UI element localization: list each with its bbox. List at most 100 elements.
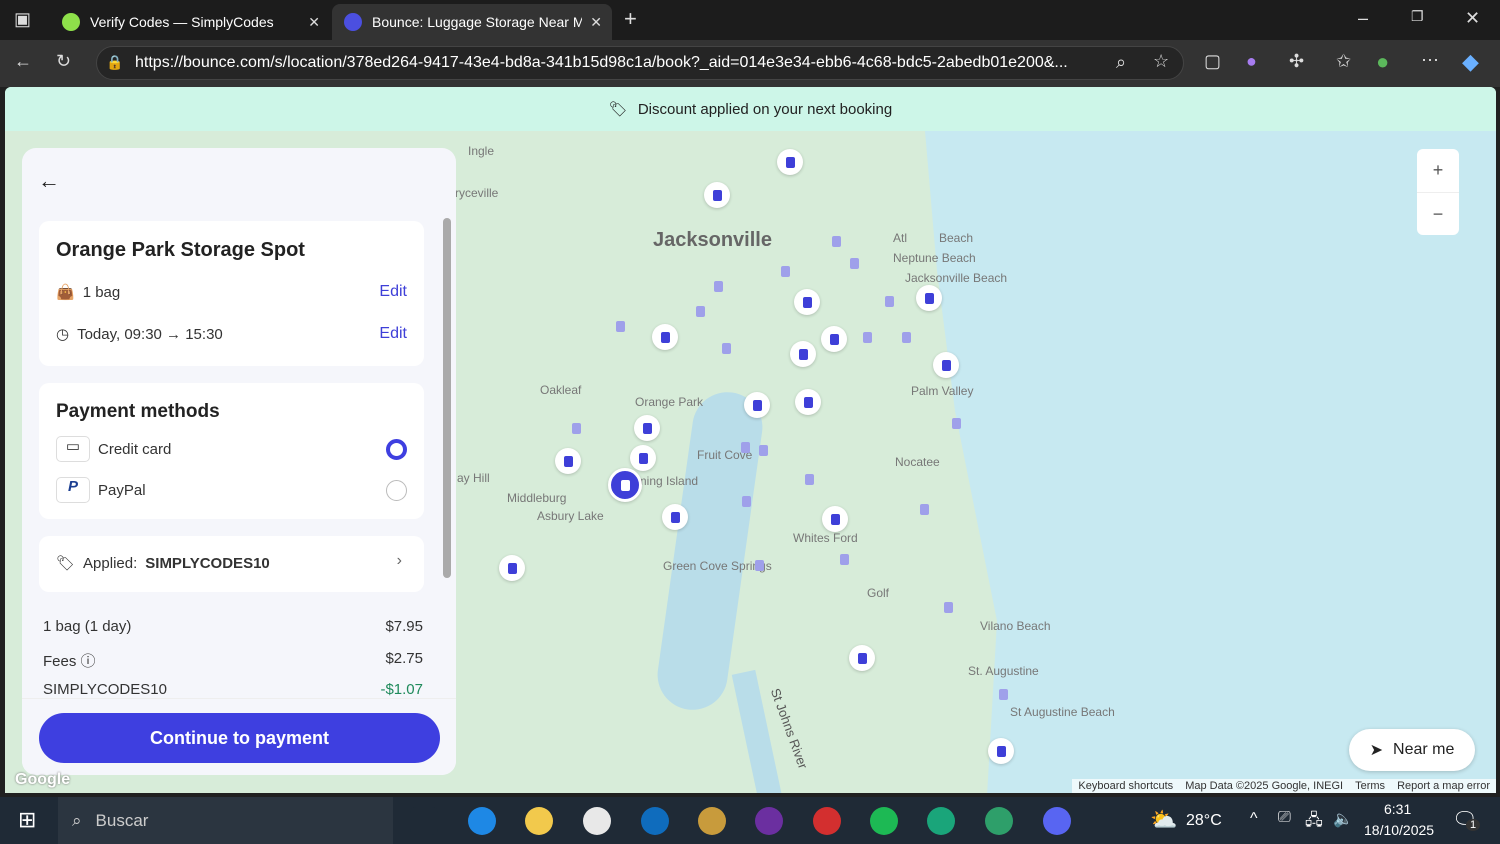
refresh-icon[interactable]: ↻ <box>56 51 71 72</box>
spotify-icon[interactable] <box>870 807 898 835</box>
tab-simplycodes[interactable]: Verify Codes — SimplyCodes ✕ <box>50 4 330 40</box>
location-pin[interactable] <box>744 392 770 418</box>
location-pin[interactable] <box>821 326 847 352</box>
edit-bags-button[interactable]: Edit <box>379 283 407 301</box>
url-field[interactable]: https://bounce.com/s/location/378ed264-9… <box>96 46 1184 80</box>
selected-location-pin[interactable] <box>608 468 642 502</box>
info-icon[interactable]: ⓘ <box>81 653 96 670</box>
location-pin[interactable] <box>823 228 849 254</box>
restore-icon[interactable]: ❐ <box>1411 8 1424 25</box>
near-me-button[interactable]: ➤ Near me <box>1349 729 1475 771</box>
location-pin[interactable] <box>794 289 820 315</box>
new-tab-icon[interactable]: + <box>624 6 637 32</box>
location-pin[interactable] <box>750 437 776 463</box>
task-view-icon[interactable] <box>410 807 438 835</box>
extension-icon[interactable]: ● <box>1246 51 1257 72</box>
league-icon[interactable] <box>698 807 726 835</box>
volume-icon[interactable]: 🔈 <box>1333 809 1353 829</box>
edge-icon[interactable] <box>468 807 496 835</box>
tab-bounce[interactable]: Bounce: Luggage Storage Near M ✕ <box>332 4 612 40</box>
edge-beta-icon[interactable] <box>985 807 1013 835</box>
location-pin[interactable] <box>849 645 875 671</box>
location-pin[interactable] <box>705 273 731 299</box>
location-pin[interactable] <box>607 313 633 339</box>
location-pin[interactable] <box>777 149 803 175</box>
location-pin[interactable] <box>746 552 772 578</box>
camera-icon[interactable]: ⎚ <box>1278 809 1291 827</box>
terms-link[interactable]: Terms <box>1349 779 1391 793</box>
paypal-radio[interactable] <box>386 480 407 501</box>
close-window-icon[interactable]: ✕ <box>1465 8 1480 29</box>
location-pin[interactable] <box>943 410 969 436</box>
location-pin[interactable] <box>652 324 678 350</box>
location-pin[interactable] <box>876 288 902 314</box>
system-tray-chevron-icon[interactable]: ^ <box>1250 810 1258 828</box>
app-icon[interactable] <box>755 807 783 835</box>
location-pin[interactable] <box>822 506 848 532</box>
location-pin[interactable] <box>630 445 656 471</box>
report-map-error-link[interactable]: Report a map error <box>1391 779 1496 793</box>
location-pin[interactable] <box>733 488 759 514</box>
zoom-icon[interactable]: ⌕ <box>1116 52 1126 73</box>
extensions-icon[interactable]: ✣ <box>1289 51 1304 72</box>
location-pin[interactable] <box>990 681 1016 707</box>
location-pin[interactable] <box>662 504 688 530</box>
location-pin[interactable] <box>911 496 937 522</box>
panel-scrollbar[interactable] <box>443 218 451 578</box>
back-icon[interactable]: ← <box>14 51 32 72</box>
clock-time[interactable]: 6:31 <box>1384 801 1411 817</box>
location-pin[interactable] <box>988 738 1014 764</box>
location-pin[interactable] <box>795 389 821 415</box>
close-tab-icon[interactable]: ✕ <box>308 14 320 31</box>
location-pin[interactable] <box>563 415 589 441</box>
map[interactable]: Jacksonville Ingle ryceville Atl Beach Neptun… <box>5 131 1496 793</box>
location-pin[interactable] <box>893 324 919 350</box>
location-pin[interactable] <box>831 546 857 572</box>
store-icon[interactable] <box>583 807 611 835</box>
zoom-in-button[interactable]: + <box>1417 149 1459 192</box>
location-pin[interactable] <box>499 555 525 581</box>
location-pin[interactable] <box>687 298 713 324</box>
copilot-icon[interactable]: ◆ <box>1462 49 1479 75</box>
location-title: Orange Park Storage Spot <box>56 239 305 261</box>
favorites-icon[interactable]: ✩ <box>1336 51 1351 72</box>
app-icon[interactable] <box>813 807 841 835</box>
sidebar-toggle-icon[interactable]: ▣ <box>14 9 31 30</box>
payment-option-credit-card[interactable]: ▭ Credit card <box>56 436 171 462</box>
location-pin[interactable] <box>916 285 942 311</box>
clock-date[interactable]: 18/10/2025 <box>1364 822 1434 838</box>
outlook-icon[interactable] <box>641 807 669 835</box>
windows-start-icon[interactable]: ⊞ <box>18 807 36 833</box>
location-pin[interactable] <box>790 341 816 367</box>
profile-avatar[interactable]: ● <box>1376 49 1389 75</box>
close-tab-icon[interactable]: ✕ <box>590 14 602 31</box>
location-pin[interactable] <box>772 258 798 284</box>
taskbar-search[interactable]: ⌕ Buscar <box>58 797 393 844</box>
favorite-star-icon[interactable]: ☆ <box>1153 51 1169 72</box>
file-explorer-icon[interactable] <box>525 807 553 835</box>
payment-option-paypal[interactable]: P PayPal <box>56 477 146 503</box>
location-pin[interactable] <box>555 448 581 474</box>
back-arrow-icon[interactable]: ← <box>38 168 60 194</box>
edge-dev-icon[interactable] <box>927 807 955 835</box>
location-pin[interactable] <box>796 466 822 492</box>
minimize-icon[interactable]: – <box>1358 8 1368 29</box>
continue-to-payment-button[interactable]: Continue to payment <box>39 713 440 763</box>
keyboard-shortcuts-link[interactable]: Keyboard shortcuts <box>1072 779 1179 793</box>
location-pin[interactable] <box>854 324 880 350</box>
more-menu-icon[interactable]: ⋯ <box>1421 50 1439 71</box>
promo-code-row[interactable]: 🏷 Applied: SIMPLYCODES10 › <box>39 536 424 592</box>
zoom-out-button[interactable]: − <box>1417 192 1459 235</box>
location-pin[interactable] <box>634 415 660 441</box>
promo-code: SIMPLYCODES10 <box>145 554 270 572</box>
location-pin[interactable] <box>713 335 739 361</box>
extension-icon[interactable]: ▢ <box>1204 51 1221 72</box>
location-pin[interactable] <box>935 594 961 620</box>
location-pin[interactable] <box>933 352 959 378</box>
location-pin[interactable] <box>704 182 730 208</box>
discord-icon[interactable] <box>1043 807 1071 835</box>
location-pin[interactable] <box>841 250 867 276</box>
credit-card-radio[interactable] <box>386 439 407 460</box>
network-icon[interactable]: 🖧 <box>1305 809 1323 836</box>
edit-time-button[interactable]: Edit <box>379 325 407 343</box>
